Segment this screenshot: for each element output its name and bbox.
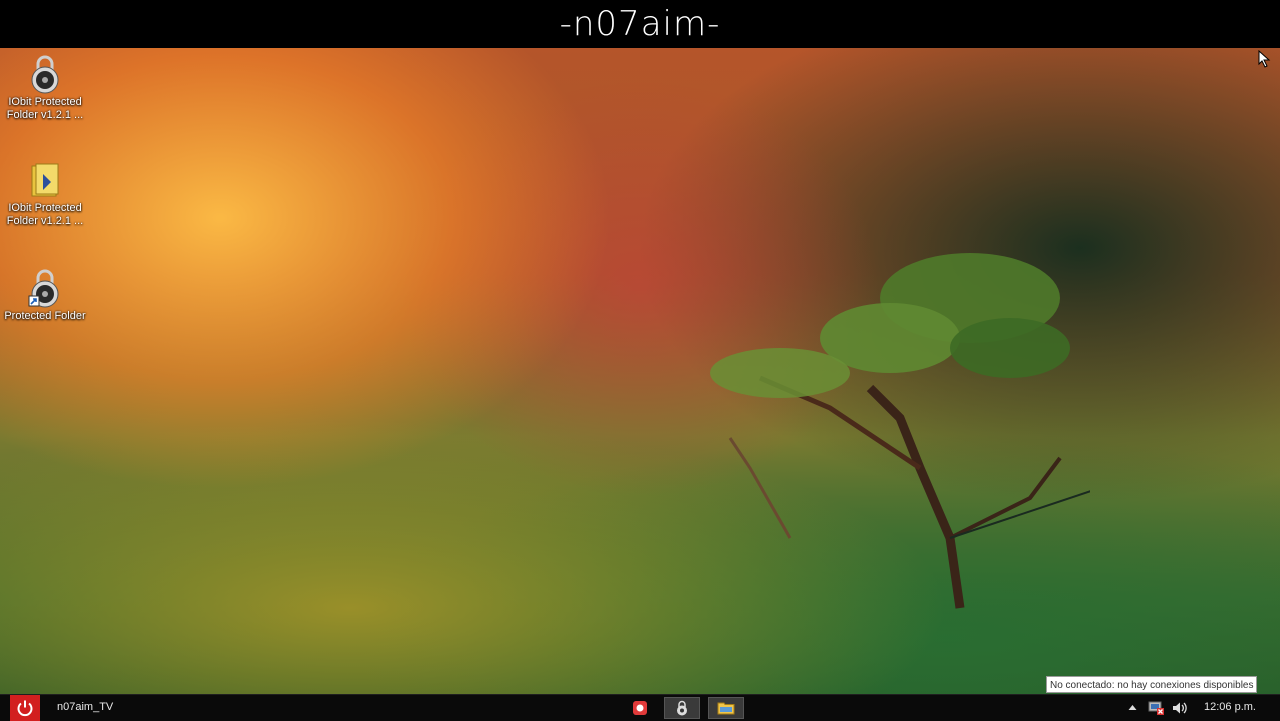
speaker-icon[interactable] xyxy=(1172,701,1188,715)
folder-icon xyxy=(31,163,59,197)
banner-title: -n07aim- xyxy=(559,4,721,44)
taskbar-app-explorer[interactable] xyxy=(708,697,744,719)
padlock-icon xyxy=(31,55,59,94)
desktop-icon-iobit-protected-folder-archive[interactable]: IObit Protected Folder v1.2.1 ... xyxy=(0,160,90,228)
start-power-button[interactable] xyxy=(10,695,40,721)
desktop-icon-iobit-protected-folder[interactable]: IObit Protected Folder v1.2.1 ... xyxy=(0,54,90,122)
desktop-icon-label: IObit Protected Folder v1.2.1 ... xyxy=(6,202,84,227)
network-disconnected-icon[interactable] xyxy=(1148,700,1164,716)
desktop-icon-label: IObit Protected Folder v1.2.1 ... xyxy=(6,96,84,121)
network-status-tooltip: No conectado: no hay conexiones disponib… xyxy=(1046,676,1258,693)
wallpaper-tree xyxy=(710,253,1090,609)
chevron-up-icon[interactable] xyxy=(1128,704,1137,711)
mouse-cursor-icon xyxy=(1258,50,1271,68)
record-icon xyxy=(633,701,647,715)
taskbar-app-protected-folder[interactable] xyxy=(664,697,700,719)
desktop-icon-label: Protected Folder xyxy=(4,310,86,322)
padlock-shortcut-icon xyxy=(28,269,59,308)
desktop-wallpaper xyxy=(0,48,1280,694)
taskbar-user-label[interactable]: n07aim_TV xyxy=(57,701,113,713)
taskbar: n07aim_TV 12:06 p.m. xyxy=(0,694,1280,721)
top-banner: -n07aim- xyxy=(0,0,1280,48)
explorer-folder-icon xyxy=(717,702,735,715)
power-icon xyxy=(17,700,33,717)
padlock-icon xyxy=(677,700,687,716)
taskbar-clock[interactable]: 12:06 p.m. xyxy=(1204,701,1256,713)
desktop-icon-protected-folder-shortcut[interactable]: Protected Folder xyxy=(0,268,90,323)
taskbar-app-recorder[interactable] xyxy=(622,697,658,719)
